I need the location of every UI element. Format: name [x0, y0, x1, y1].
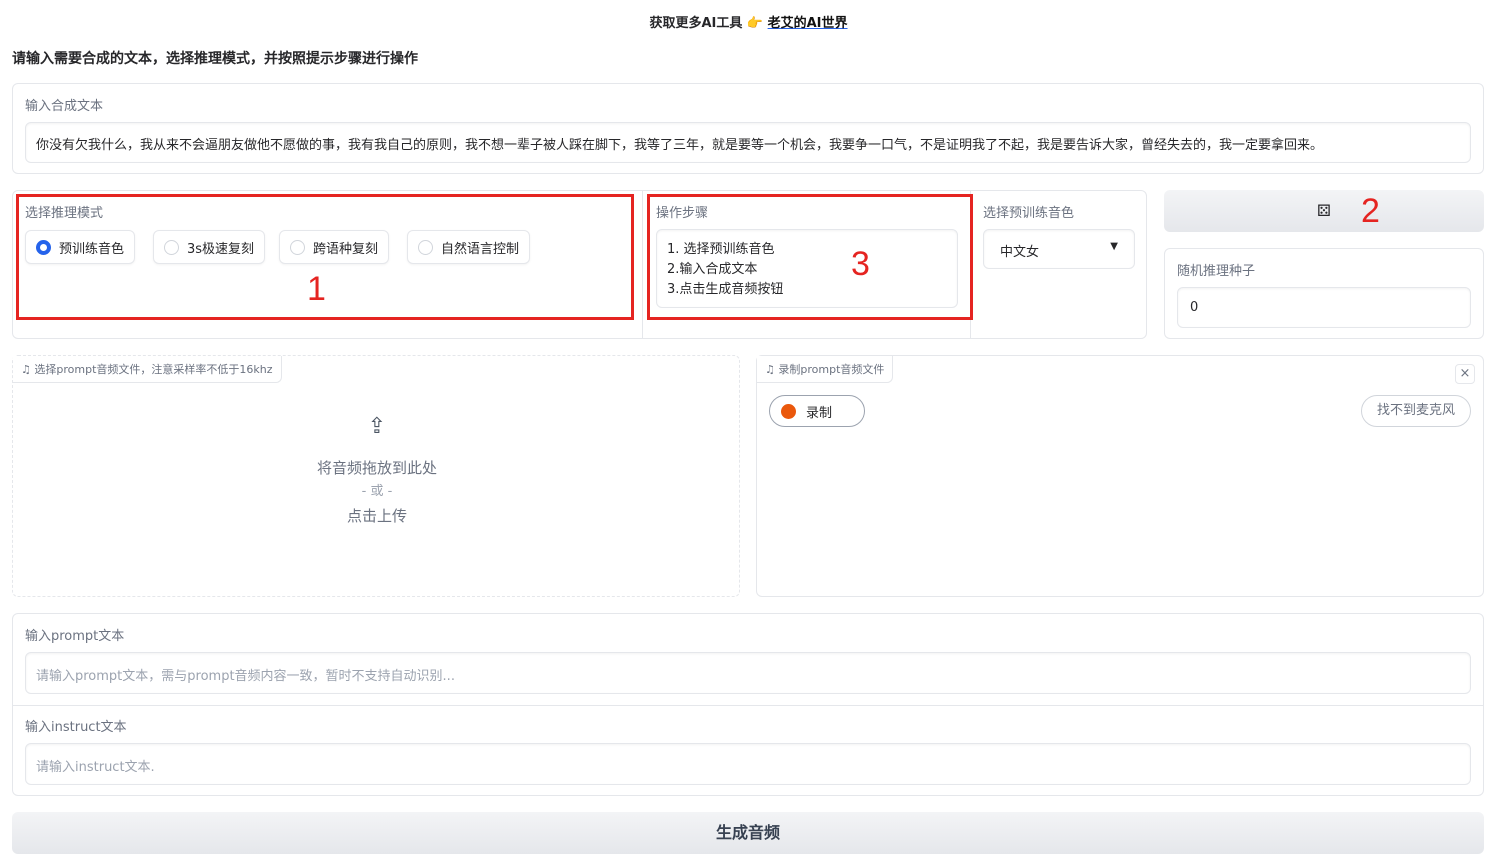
dice-icon: ⚄: [1317, 201, 1331, 220]
caret-down-icon: ▼: [1110, 241, 1118, 252]
seed-block: 随机推理种子 0: [1164, 248, 1484, 339]
voice-value: 中文女: [1000, 245, 1040, 260]
close-button[interactable]: ×: [1455, 364, 1475, 384]
tts-text-block: 输入合成文本 你没有欠我什么，我从来不会逼朋友做他不愿做的事，我有我自己的原则，…: [12, 83, 1484, 174]
upload-tab: ♫ 选择prompt音频文件，注意采样率不低于16khz: [13, 356, 282, 383]
annotation-1: 1: [307, 270, 326, 308]
record-dot-icon: [781, 403, 796, 419]
record-button[interactable]: 录制: [769, 395, 865, 427]
pointing-hand-icon: 👉: [746, 16, 764, 31]
prompt-text-input[interactable]: 请输入prompt文本，需与prompt音频内容一致，暂时不支持自动识别...: [25, 652, 1471, 694]
promo-line: 获取更多AI工具 👉 老艾的AI世界: [0, 12, 1497, 31]
promo-text: 获取更多AI工具: [649, 16, 743, 31]
tts-text-input[interactable]: 你没有欠我什么，我从来不会逼朋友做他不愿做的事，我有我自己的原则，我不想一辈子被…: [25, 122, 1471, 163]
drop-text: 将音频拖放到此处: [316, 459, 437, 477]
voice-dropdown[interactable]: 中文女 ▼: [983, 229, 1135, 269]
tts-text-label: 输入合成文本: [25, 99, 104, 114]
instruct-text-label: 输入instruct文本: [25, 720, 127, 735]
generate-audio-button[interactable]: 生成音频: [12, 812, 1484, 854]
no-microphone-button[interactable]: 找不到麦克风: [1360, 395, 1471, 427]
annotation-2: 2: [1361, 192, 1380, 230]
record-block: ♫ 录制prompt音频文件 × 录制 找不到麦克风: [756, 355, 1484, 597]
upload-icon: ⇪: [367, 414, 387, 439]
promo-link[interactable]: 老艾的AI世界: [768, 16, 848, 31]
annotation-3: 3: [851, 245, 870, 283]
or-text: - 或 -: [361, 484, 393, 499]
seed-label: 随机推理种子: [1177, 264, 1256, 279]
prompt-text-label: 输入prompt文本: [25, 629, 125, 644]
instruct-text-input[interactable]: 请输入instruct文本.: [25, 743, 1471, 785]
upload-dropzone[interactable]: ♫ 选择prompt音频文件，注意采样率不低于16khz ⇪ 将音频拖放到此处 …: [12, 355, 740, 597]
record-tab: ♫ 录制prompt音频文件: [757, 356, 894, 383]
prompt-block: 输入prompt文本 请输入prompt文本，需与prompt音频内容一致，暂时…: [12, 613, 1484, 796]
random-seed-button[interactable]: ⚄: [1164, 190, 1484, 232]
instruction: 请输入需要合成的文本，选择推理模式，并按照提示步骤进行操作: [12, 51, 418, 67]
annotation-box-3: [647, 194, 973, 320]
music-icon: ♫: [765, 363, 775, 376]
seed-input[interactable]: 0: [1177, 287, 1471, 328]
voice-label: 选择预训练音色: [983, 206, 1075, 221]
click-upload-text: 点击上传: [346, 507, 407, 525]
music-icon: ♫: [21, 363, 31, 376]
